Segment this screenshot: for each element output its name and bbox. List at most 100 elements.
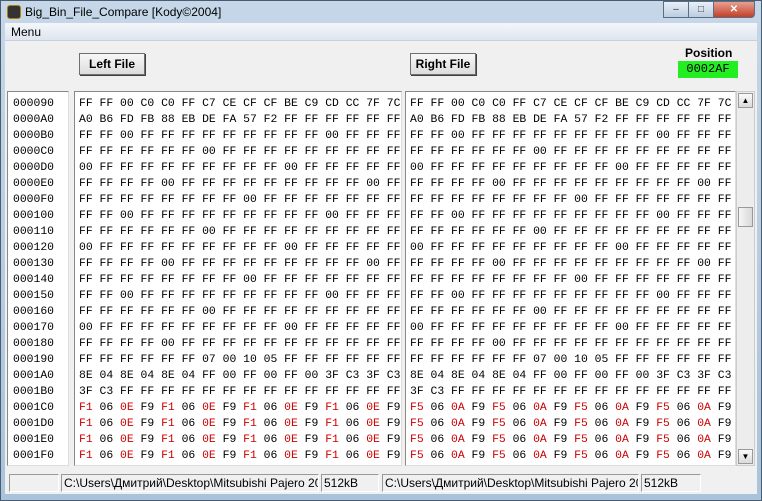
hex-byte[interactable]: FF: [656, 306, 670, 318]
hex-byte[interactable]: FF: [513, 386, 527, 398]
hex-byte[interactable]: FF: [492, 226, 506, 238]
hex-byte[interactable]: 06: [182, 450, 196, 462]
hex-byte[interactable]: FF: [431, 130, 445, 142]
hex-byte[interactable]: FF: [451, 226, 465, 238]
hex-byte[interactable]: 00: [120, 210, 134, 222]
hex-byte[interactable]: F9: [387, 434, 401, 446]
hex-byte[interactable]: FF: [533, 210, 547, 222]
hex-byte[interactable]: FF: [182, 322, 196, 334]
hex-byte[interactable]: FF: [636, 194, 650, 206]
hex-byte[interactable]: FF: [182, 386, 196, 398]
hex-byte[interactable]: FF: [513, 338, 527, 350]
hex-byte[interactable]: FF: [79, 306, 93, 318]
hex-byte[interactable]: FF: [202, 130, 216, 142]
hex-byte[interactable]: 00: [533, 146, 547, 158]
hex-byte[interactable]: FF: [182, 274, 196, 286]
hex-byte[interactable]: FF: [243, 386, 257, 398]
hex-byte[interactable]: 57: [574, 114, 588, 126]
hex-byte[interactable]: 06: [182, 402, 196, 414]
hex-byte[interactable]: FF: [161, 130, 175, 142]
hex-byte[interactable]: FF: [636, 162, 650, 174]
hex-byte[interactable]: FF: [284, 274, 298, 286]
hex-byte[interactable]: 0E: [366, 450, 380, 462]
hex-byte[interactable]: FF: [182, 258, 196, 270]
hex-byte[interactable]: 06: [346, 450, 360, 462]
hex-byte[interactable]: FF: [223, 306, 237, 318]
hex-byte[interactable]: F1: [79, 402, 93, 414]
hex-byte[interactable]: 00: [243, 274, 257, 286]
hex-byte[interactable]: FF: [120, 194, 134, 206]
hex-byte[interactable]: 88: [492, 114, 506, 126]
hex-byte[interactable]: 00: [366, 178, 380, 190]
hex-byte[interactable]: FF: [305, 130, 319, 142]
hex-byte[interactable]: FF: [513, 290, 527, 302]
hex-byte[interactable]: FF: [554, 178, 568, 190]
hex-byte[interactable]: FF: [533, 258, 547, 270]
hex-byte[interactable]: FF: [366, 226, 380, 238]
hex-byte[interactable]: FF: [513, 194, 527, 206]
hex-byte[interactable]: FF: [697, 290, 711, 302]
hex-byte[interactable]: FF: [305, 146, 319, 158]
hex-byte[interactable]: 04: [513, 370, 527, 382]
hex-byte[interactable]: 07: [202, 354, 216, 366]
hex-byte[interactable]: 0A: [697, 418, 711, 430]
hex-byte[interactable]: FF: [718, 258, 732, 270]
hex-byte[interactable]: FF: [325, 194, 339, 206]
hex-byte[interactable]: FF: [636, 242, 650, 254]
hex-byte[interactable]: FF: [387, 386, 401, 398]
hex-byte[interactable]: 10: [243, 354, 257, 366]
hex-byte[interactable]: FF: [718, 322, 732, 334]
hex-byte[interactable]: FF: [656, 242, 670, 254]
hex-byte[interactable]: FF: [451, 242, 465, 254]
hex-byte[interactable]: FF: [574, 258, 588, 270]
hex-byte[interactable]: FF: [636, 258, 650, 270]
hex-byte[interactable]: 00: [492, 258, 506, 270]
hex-byte[interactable]: 8E: [120, 370, 134, 382]
hex-byte[interactable]: 00: [697, 178, 711, 190]
hex-byte[interactable]: FF: [325, 322, 339, 334]
hex-byte[interactable]: C3: [431, 386, 445, 398]
hex-byte[interactable]: 00: [492, 178, 506, 190]
hex-byte[interactable]: 06: [100, 402, 114, 414]
hex-byte[interactable]: FF: [141, 194, 155, 206]
hex-byte[interactable]: FF: [533, 162, 547, 174]
hex-byte[interactable]: F9: [636, 402, 650, 414]
hex-byte[interactable]: FF: [451, 386, 465, 398]
hex-byte[interactable]: FF: [451, 178, 465, 190]
hex-byte[interactable]: FF: [410, 290, 424, 302]
hex-byte[interactable]: 0E: [120, 402, 134, 414]
hex-byte[interactable]: FF: [325, 306, 339, 318]
hex-byte[interactable]: 8E: [79, 370, 93, 382]
hex-byte[interactable]: FF: [451, 306, 465, 318]
hex-byte[interactable]: 57: [243, 114, 257, 126]
hex-byte[interactable]: FF: [677, 226, 691, 238]
hex-byte[interactable]: FF: [718, 194, 732, 206]
hex-byte[interactable]: FF: [615, 130, 629, 142]
hex-byte[interactable]: FF: [243, 146, 257, 158]
hex-byte[interactable]: FF: [79, 338, 93, 350]
hex-byte[interactable]: FF: [223, 130, 237, 142]
hex-byte[interactable]: F1: [161, 402, 175, 414]
hex-byte[interactable]: FF: [656, 322, 670, 334]
hex-byte[interactable]: 0E: [120, 418, 134, 430]
hex-byte[interactable]: 0E: [202, 418, 216, 430]
hex-byte[interactable]: FF: [79, 98, 93, 110]
hex-byte[interactable]: 7C: [387, 98, 401, 110]
hex-byte[interactable]: FF: [141, 226, 155, 238]
hex-byte[interactable]: FF: [574, 322, 588, 334]
hex-byte[interactable]: FF: [284, 146, 298, 158]
hex-byte[interactable]: FF: [718, 274, 732, 286]
hex-byte[interactable]: FF: [697, 194, 711, 206]
hex-byte[interactable]: FF: [387, 322, 401, 334]
hex-byte[interactable]: FF: [451, 274, 465, 286]
hex-byte[interactable]: FF: [223, 258, 237, 270]
vertical-scrollbar[interactable]: ▲ ▼: [736, 91, 755, 466]
hex-byte[interactable]: FF: [346, 274, 360, 286]
hex-byte[interactable]: FF: [431, 274, 445, 286]
hex-byte[interactable]: FF: [161, 322, 175, 334]
hex-byte[interactable]: F9: [223, 402, 237, 414]
hex-byte[interactable]: FF: [243, 130, 257, 142]
hex-byte[interactable]: FF: [284, 226, 298, 238]
hex-byte[interactable]: A0: [410, 114, 424, 126]
hex-byte[interactable]: FF: [472, 386, 486, 398]
